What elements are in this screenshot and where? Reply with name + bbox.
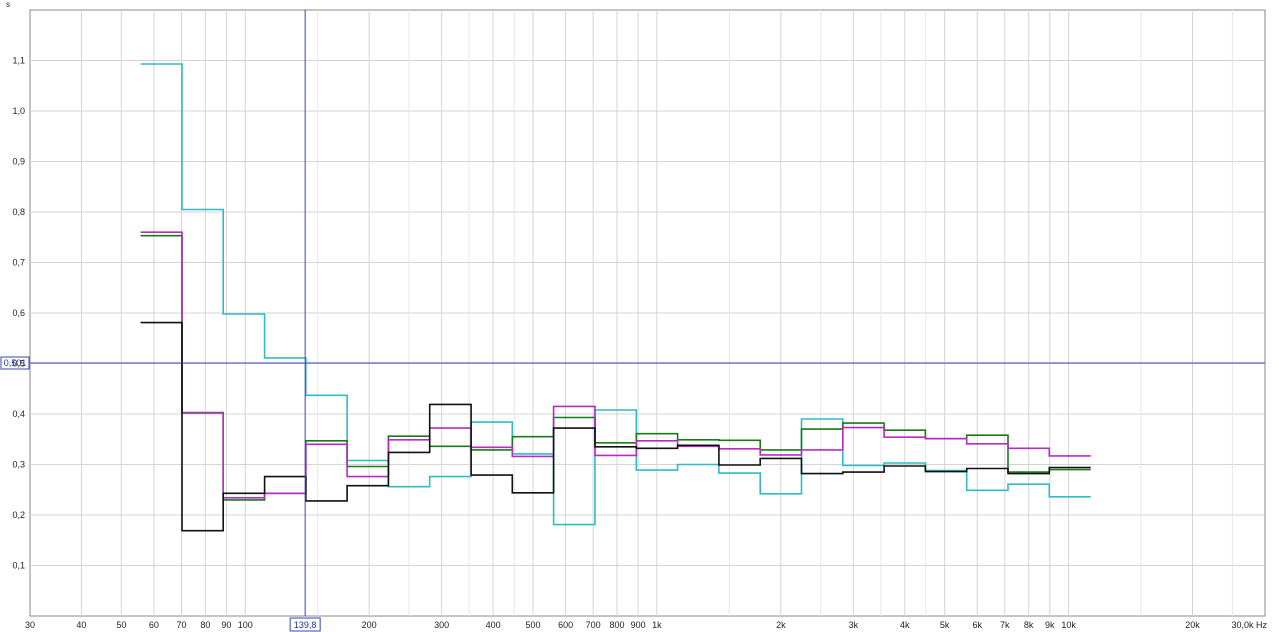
y-tick-label: 0,2 <box>12 510 25 520</box>
x-tick-label: 70 <box>176 620 186 630</box>
x-tick-label: 6k <box>972 620 982 630</box>
y-tick-label: 0,7 <box>12 258 25 268</box>
decay-chart: 0,501139,8 0,10,20,30,40,50,60,70,80,91,… <box>0 0 1267 632</box>
x-tick-label: 1k <box>652 620 662 630</box>
x-tick-label: 30 <box>25 620 35 630</box>
y-tick-label: 0,1 <box>12 561 25 571</box>
x-tick-label: 500 <box>525 620 540 630</box>
y-axis: 0,1 0,2 0,3 0,4 0,5 0,6 0,7 0,8 0,9 1,0 1,1 <box>12 56 25 571</box>
x-tick-label: 400 <box>486 620 501 630</box>
x-tick-label: 30,0k Hz <box>1231 620 1267 630</box>
cursor-x-readout[interactable]: 139,8 <box>294 620 317 630</box>
x-tick-label: 800 <box>610 620 625 630</box>
x-tick-label: 60 <box>149 620 159 630</box>
x-tick-label: 300 <box>434 620 449 630</box>
x-tick-label: 900 <box>631 620 646 630</box>
y-tick-label: 0,9 <box>12 157 25 167</box>
y-tick-label: 0,3 <box>12 460 25 470</box>
y-tick-label: 0,4 <box>12 409 25 419</box>
x-tick-label: 3k <box>849 620 859 630</box>
x-tick-label: 7k <box>1000 620 1010 630</box>
x-tick-label: 90 <box>221 620 231 630</box>
x-tick-label: 2k <box>776 620 786 630</box>
x-tick-label: 200 <box>362 620 377 630</box>
y-tick-label: 0,5 <box>12 359 25 369</box>
x-tick-label: 20k <box>1185 620 1200 630</box>
x-tick-label: 700 <box>586 620 601 630</box>
x-tick-label: 5k <box>940 620 950 630</box>
x-tick-label: 50 <box>116 620 126 630</box>
y-tick-label: 1,0 <box>12 106 25 116</box>
x-tick-label: 4k <box>900 620 910 630</box>
y-tick-label: 1,1 <box>12 56 25 66</box>
y-tick-label: 0,8 <box>12 207 25 217</box>
x-tick-label: 40 <box>76 620 86 630</box>
x-tick-label: 80 <box>200 620 210 630</box>
x-tick-label: 10k <box>1061 620 1076 630</box>
x-tick-label: 600 <box>558 620 573 630</box>
x-axis: 30 40 50 60 70 80 90 100 200 300 400 500 600 700 800 90… <box>25 620 1267 630</box>
x-tick-label: 9k <box>1045 620 1055 630</box>
y-tick-label: 0,6 <box>12 308 25 318</box>
y-axis-unit: s <box>6 0 10 9</box>
x-tick-label: 100 <box>238 620 253 630</box>
x-tick-label: 8k <box>1024 620 1034 630</box>
